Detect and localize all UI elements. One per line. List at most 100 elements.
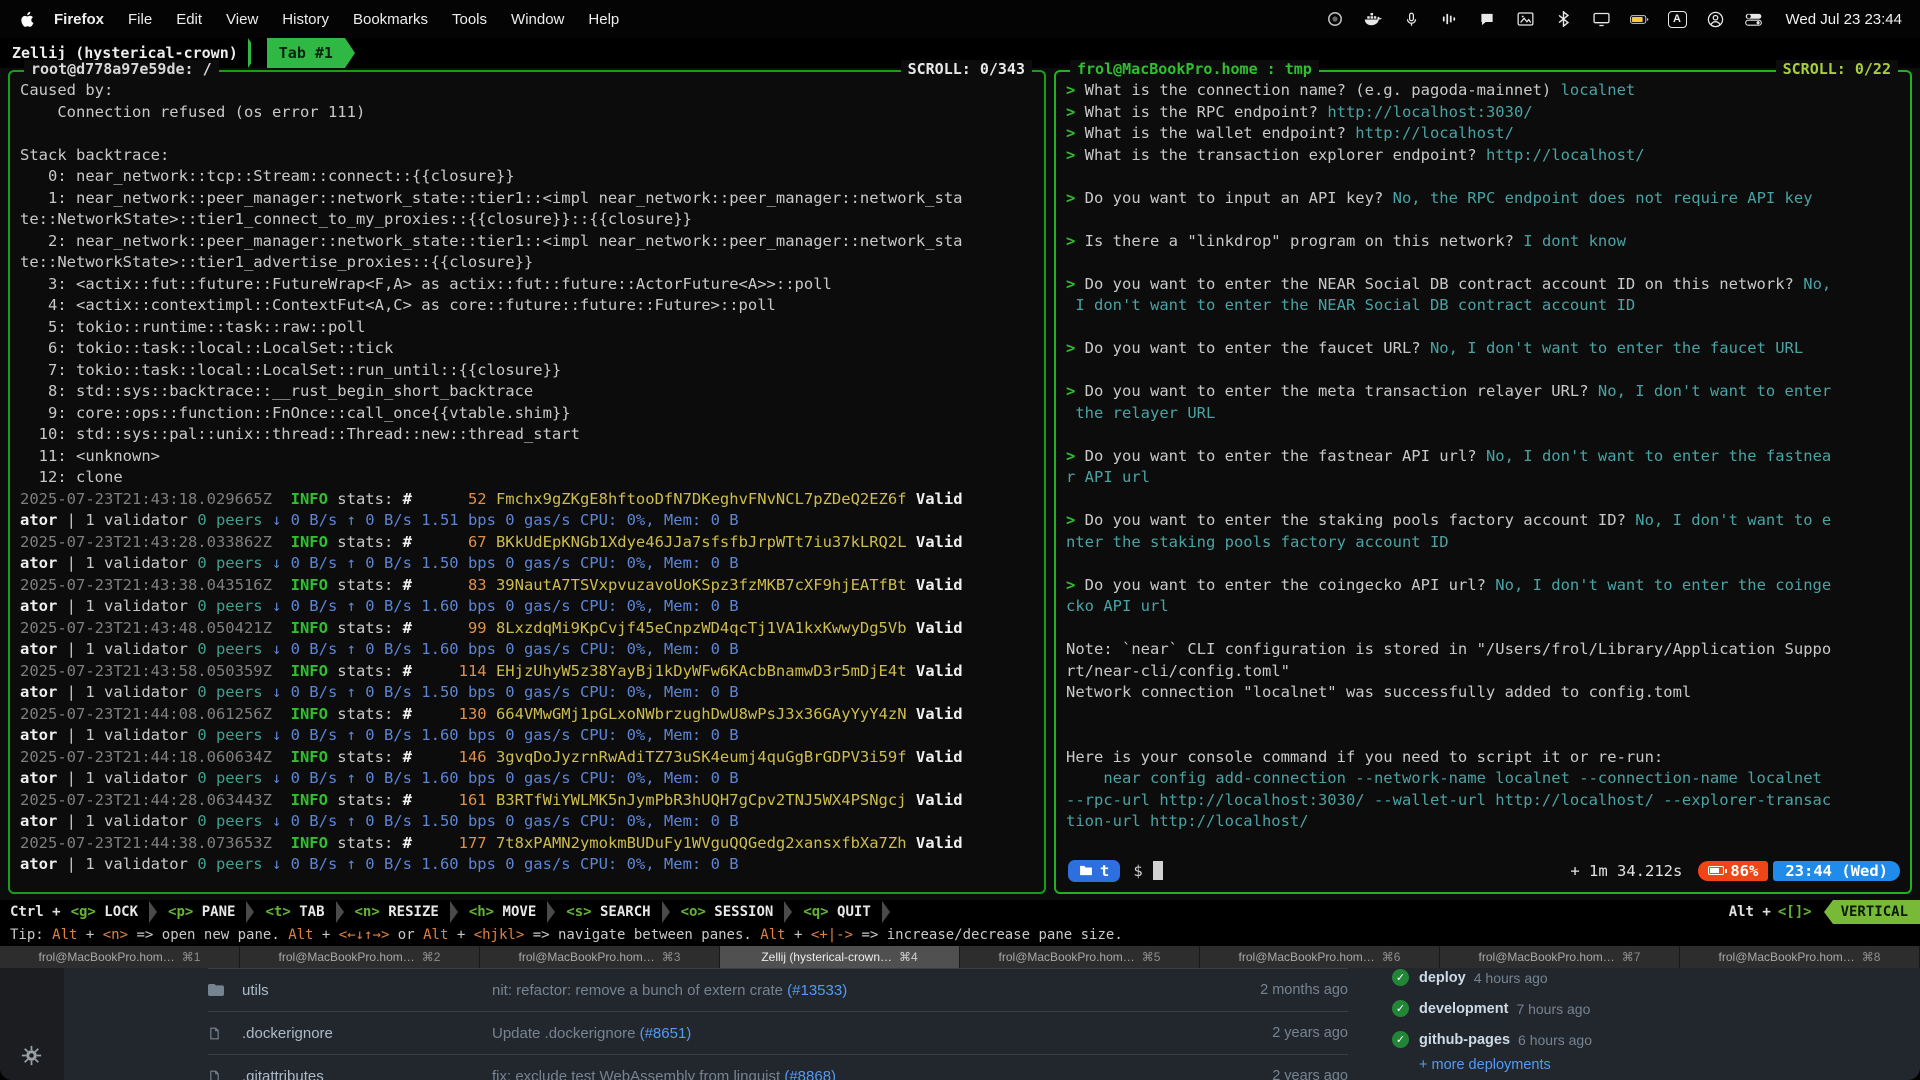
terminal-line: > Do you want to input an API key? No, t… <box>1066 188 1902 210</box>
menubar-clock[interactable]: Wed Jul 23 23:44 <box>1786 11 1902 28</box>
terminal-line: ator | 1 validator 0 peers ↓ 0 B/s ↑ 0 B… <box>20 639 1036 661</box>
tab-shortcut: ⌘4 <box>899 950 918 964</box>
terminal-pane-left[interactable]: root@d778a97e59de: / SCROLL: 0/343 Cause… <box>8 70 1046 894</box>
mode-hint-resize: <n> RESIZE <box>353 904 441 920</box>
menu-bookmarks[interactable]: Bookmarks <box>341 11 440 28</box>
screen-recording-icon[interactable] <box>1326 10 1345 29</box>
control-center-icon[interactable] <box>1744 10 1763 29</box>
terminal-line: Stack backtrace: <box>20 145 1036 167</box>
terminal-line: > Is there a "linkdrop" program on this … <box>1066 231 1902 253</box>
terminal-line <box>1066 553 1902 575</box>
terminal-line: ator | 1 validator 0 peers ↓ 0 B/s ↑ 0 B… <box>20 811 1036 833</box>
terminal-tab-2[interactable]: frol@MacBookPro.hom…⌘2 <box>240 946 480 968</box>
apple-menu-icon[interactable] <box>18 10 34 29</box>
tab-title: frol@MacBookPro.hom… <box>279 950 415 964</box>
terminal-tab-3[interactable]: frol@MacBookPro.hom…⌘3 <box>480 946 720 968</box>
desktop: Firefox File Edit View History Bookmarks… <box>0 0 1920 1080</box>
terminal-tab-5[interactable]: frol@MacBookPro.hom…⌘5 <box>960 946 1200 968</box>
terminal-line: > What is the wallet endpoint? http://lo… <box>1066 123 1902 145</box>
text-cursor[interactable] <box>1153 861 1163 880</box>
menu-window[interactable]: Window <box>499 11 576 28</box>
terminal-pane-right[interactable]: frol@MacBookPro.home : tmp SCROLL: 0/22 … <box>1054 70 1912 894</box>
file-name-link[interactable]: .dockerignore <box>242 1025 492 1042</box>
terminal-line: > Do you want to enter the faucet URL? N… <box>1066 338 1902 360</box>
deployment-link[interactable]: github-pages <box>1419 1032 1510 1048</box>
terminal-tab-1[interactable]: frol@MacBookPro.hom…⌘1 <box>0 946 240 968</box>
terminal-tab-7[interactable]: frol@MacBookPro.hom…⌘7 <box>1440 946 1680 968</box>
deployment-link[interactable]: development <box>1419 1001 1508 1017</box>
menu-view[interactable]: View <box>214 11 270 28</box>
terminal-line: 10: std::sys::pal::unix::thread::Thread:… <box>20 424 1036 446</box>
microphone-icon[interactable] <box>1402 10 1421 29</box>
terminal-line: 1: near_network::peer_manager::network_s… <box>20 188 1036 210</box>
terminal-line <box>1066 166 1902 188</box>
pr-link[interactable]: (#8868) <box>784 1068 836 1080</box>
terminal-line: Note: `near` CLI configuration is stored… <box>1066 639 1902 661</box>
scroll-indicator: SCROLL: 0/22 <box>1776 60 1898 78</box>
tab-title: frol@MacBookPro.hom… <box>519 950 655 964</box>
browser-sidebar <box>0 968 64 1080</box>
terminal-line: 4: <actix::contextimpl::ContextFut<A,C> … <box>20 295 1036 317</box>
file-icon <box>208 1069 226 1080</box>
menu-tools[interactable]: Tools <box>440 11 499 28</box>
input-source-icon[interactable]: A <box>1668 11 1687 28</box>
battery-icon[interactable] <box>1630 10 1649 29</box>
file-name-link[interactable]: utils <box>242 982 492 999</box>
terminal-line <box>1066 360 1902 382</box>
docker-icon[interactable] <box>1364 10 1383 29</box>
menu-help[interactable]: Help <box>576 11 631 28</box>
shell-prompt[interactable]: t $ + 1m 34.212s 86% 23:44 (Wed) <box>1068 857 1900 884</box>
file-row[interactable]: .dockerignoreUpdate .dockerignore (#8651… <box>208 1011 1348 1054</box>
scroll-indicator: SCROLL: 0/343 <box>901 60 1032 78</box>
powerline-chevron-inner <box>251 38 261 68</box>
pr-link[interactable]: (#13533) <box>787 982 847 999</box>
listening-wave-icon[interactable] <box>1440 10 1459 29</box>
tab-title: frol@MacBookPro.hom… <box>39 950 175 964</box>
menu-edit[interactable]: Edit <box>164 11 214 28</box>
powerline-arrow-icon <box>149 901 157 923</box>
zellij-tip-bar: Tip: Alt + <n> => open new pane. Alt + <… <box>0 924 1920 946</box>
terminal-line: 2025-07-23T21:43:58.050359Z INFO stats: … <box>20 661 1036 683</box>
terminal-line: 2025-07-23T21:44:18.060634Z INFO stats: … <box>20 747 1036 769</box>
terminal-tab-6[interactable]: frol@MacBookPro.hom…⌘6 <box>1200 946 1440 968</box>
settings-gear-icon[interactable] <box>21 1045 42 1071</box>
powerline-cap-icon <box>1824 900 1833 924</box>
terminal-tab-8[interactable]: frol@MacBookPro.hom… ⌘8 <box>1680 946 1920 968</box>
file-row[interactable]: .gitattributesfix: exclude test WebAssem… <box>208 1054 1348 1080</box>
terminal-line: 2025-07-23T21:44:38.073653Z INFO stats: … <box>20 833 1036 855</box>
terminal-line: 2: near_network::peer_manager::network_s… <box>20 231 1036 253</box>
deployment-link[interactable]: deploy <box>1419 970 1466 986</box>
tab-title: frol@MacBookPro.hom… <box>1719 950 1855 964</box>
zellij-tab-1[interactable]: Tab #1 <box>267 38 345 68</box>
more-deployments-link[interactable]: + more deployments <box>1419 1057 1551 1073</box>
terminal-line: ator | 1 validator 0 peers ↓ 0 B/s ↑ 0 B… <box>20 725 1036 747</box>
messages-icon[interactable] <box>1478 10 1497 29</box>
folder-icon <box>1079 865 1093 876</box>
terminal-line: ator | 1 validator 0 peers ↓ 0 B/s ↑ 0 B… <box>20 553 1036 575</box>
file-name-link[interactable]: .gitattributes <box>242 1068 492 1080</box>
bluetooth-icon[interactable] <box>1554 10 1573 29</box>
terminal-line: > Do you want to enter the coingecko API… <box>1066 575 1902 597</box>
ctrl-prefix: Ctrl + <box>0 904 69 920</box>
menu-firefox[interactable]: Firefox <box>42 11 116 28</box>
terminal-line: > Do you want to enter the staking pools… <box>1066 510 1902 532</box>
terminal-line: 2025-07-23T21:43:48.050421Z INFO stats: … <box>20 618 1036 640</box>
terminal-line: rt/near-cli/config.toml" <box>1066 661 1902 683</box>
folder-icon <box>208 983 226 997</box>
terminal-line: tion-url http://localhost/ <box>1066 811 1902 833</box>
display-icon[interactable] <box>1592 10 1611 29</box>
account-icon[interactable] <box>1706 10 1725 29</box>
clock-badge: 23:44 (Wed) <box>1773 861 1900 881</box>
terminal-tab-4[interactable]: Zellij (hysterical-crown…⌘4 <box>720 946 960 968</box>
menu-file[interactable]: File <box>116 11 164 28</box>
mode-hint-lock: <g> LOCK <box>69 904 140 920</box>
pr-link[interactable]: (#8651) <box>640 1025 692 1042</box>
menu-history[interactable]: History <box>270 11 341 28</box>
terminal-line: --rpc-url http://localhost:3030/ --walle… <box>1066 790 1902 812</box>
terminal-line: Caused by: <box>20 80 1036 102</box>
swap-layout-indicator: VERTICAL <box>1833 900 1920 924</box>
file-row[interactable]: utilsnit: refactor: remove a bunch of ex… <box>208 968 1348 1011</box>
screenshot-icon[interactable] <box>1516 10 1535 29</box>
tab-title: frol@MacBookPro.hom… <box>999 950 1135 964</box>
tab-shortcut: ⌘8 <box>1862 950 1881 964</box>
